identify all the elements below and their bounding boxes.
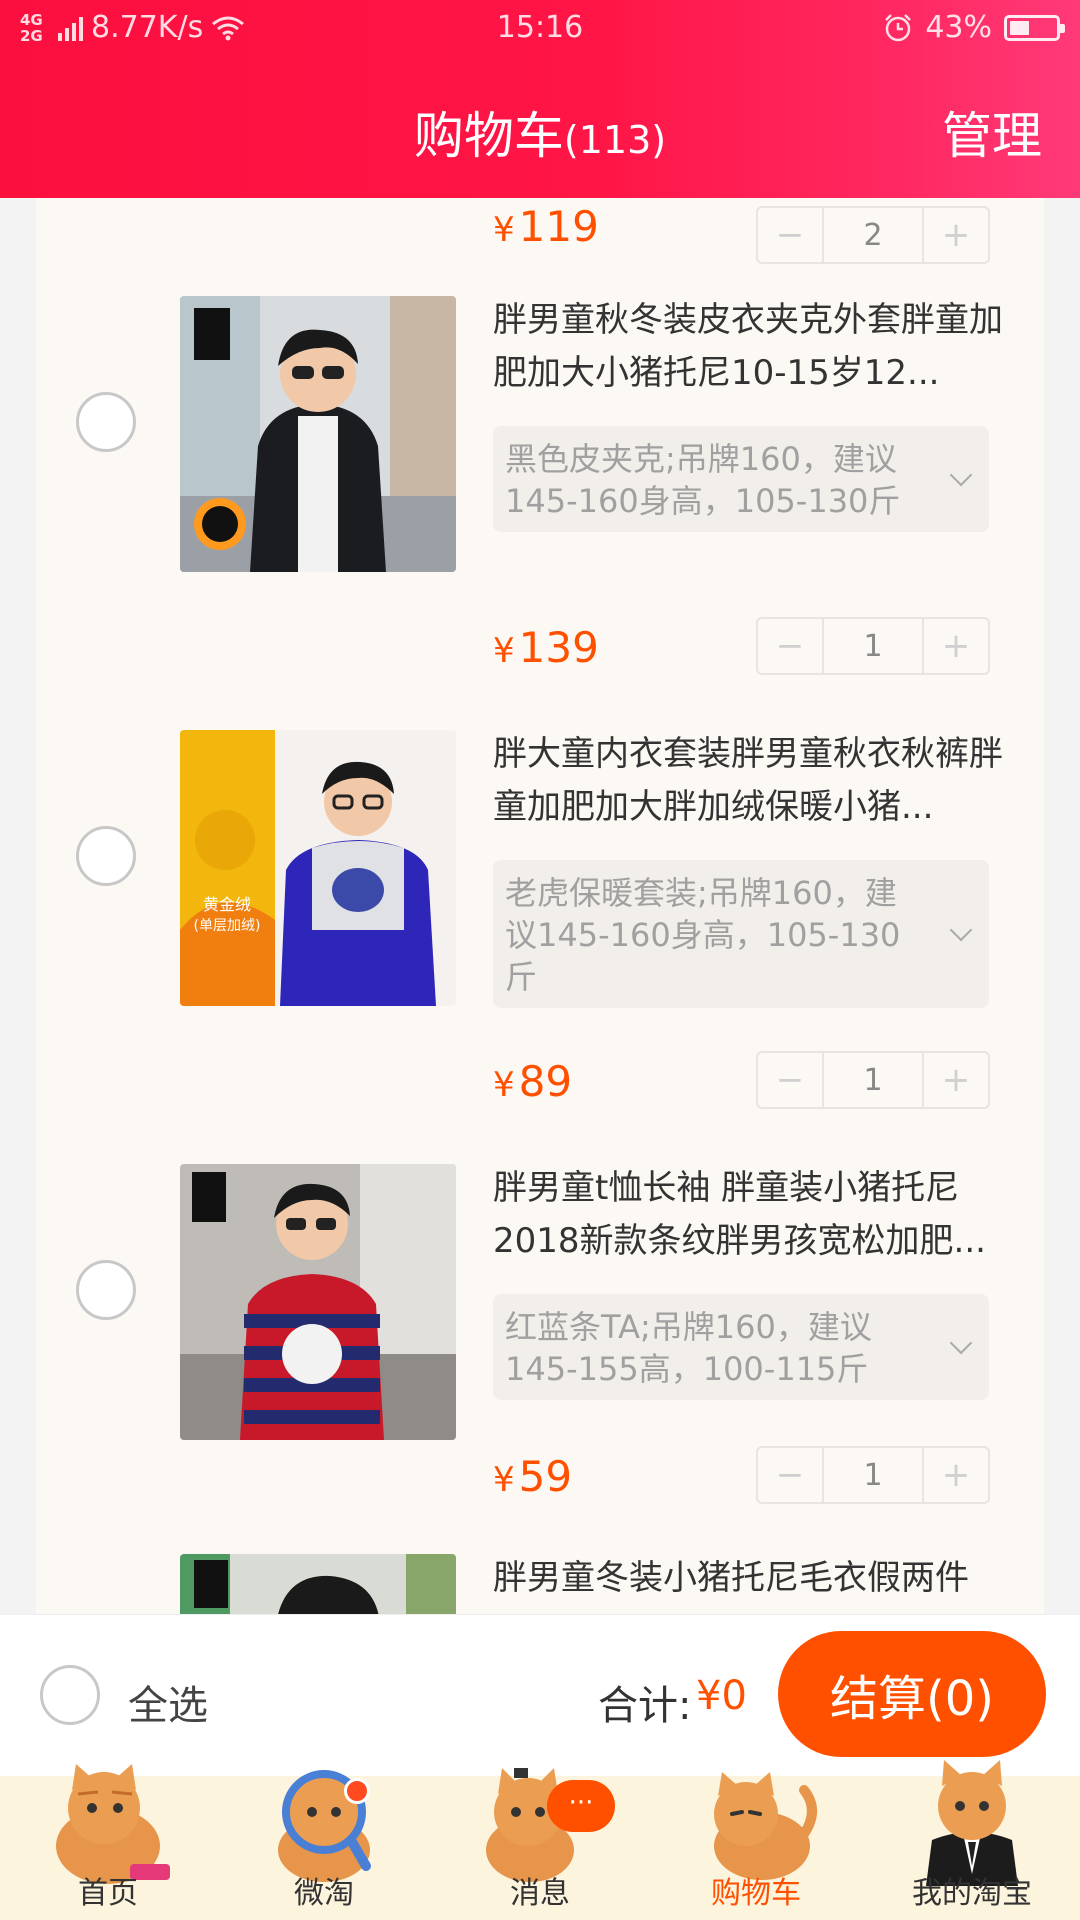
product-image[interactable] — [180, 296, 456, 572]
checkout-button[interactable]: 结算(0) — [778, 1631, 1046, 1757]
item-price: ¥89 — [493, 1057, 573, 1106]
chevron-down-icon — [949, 463, 973, 487]
quantity-minus-button[interactable]: − — [758, 208, 822, 262]
sku-selector[interactable]: 红蓝条TA;吊牌160，建议145-155高，100-115斤 — [493, 1294, 989, 1400]
item-price: ¥139 — [493, 623, 599, 672]
status-bar: 4G 2G 8.77K/s 15:16 43% — [0, 0, 1080, 56]
header-bar: 4G 2G 8.77K/s 15:16 43% 购物车(113) 管理 — [0, 0, 1080, 198]
total-value: ¥0 — [696, 1673, 747, 1719]
product-title[interactable]: 胖大童内衣套装胖男童秋衣秋裤胖童加肥加大胖加绒保暖小猪... — [493, 728, 1003, 834]
quantity-minus-button[interactable]: − — [758, 619, 822, 673]
notification-dot — [344, 1778, 370, 1804]
tab-my-taobao-label: 我的淘宝 — [912, 1876, 1032, 1911]
total-label: 合计: — [598, 1683, 692, 1729]
product-title[interactable]: 胖男童t恤长袖 胖童装小猪托尼2018新款条纹胖男孩宽松加肥... — [493, 1162, 1003, 1268]
bottom-tab-bar: 首页 微淘 ··· 消息 购物车 我的淘宝 — [0, 1760, 1080, 1920]
item-select-radio[interactable] — [76, 826, 136, 886]
cat-suit-icon — [926, 1760, 1018, 1886]
cat-cart-icon — [714, 1772, 817, 1880]
sku-selector[interactable]: 老虎保暖套装;吊牌160，建议145-160身高，105-130斤 — [493, 860, 989, 1008]
item-select-radio[interactable] — [76, 392, 136, 452]
quantity-plus-button[interactable]: + — [924, 208, 988, 262]
quantity-value[interactable]: 1 — [822, 1448, 924, 1502]
item-price: ¥59 — [493, 1452, 573, 1501]
tab-messages[interactable]: ··· 消息 — [432, 1768, 648, 1920]
tab-home[interactable]: 首页 — [0, 1764, 216, 1920]
sku-text: 老虎保暖套装;吊牌160，建议145-160身高，105-130斤 — [505, 874, 901, 996]
quantity-minus-button[interactable]: − — [758, 1053, 822, 1107]
battery-icon — [1004, 14, 1065, 41]
product-image[interactable]: 黄金绒 (单层加绒) — [180, 730, 456, 1006]
svg-text:(单层加绒): (单层加绒) — [194, 918, 261, 934]
message-badge: ··· — [547, 1780, 615, 1832]
cat-magnifier-icon — [278, 1770, 371, 1882]
tab-home-label: 首页 — [78, 1876, 138, 1911]
tab-cart[interactable]: 购物车 — [648, 1772, 864, 1920]
sku-text: 红蓝条TA;吊牌160，建议145-155高，100-115斤 — [505, 1308, 872, 1388]
chevron-down-icon — [949, 1331, 973, 1355]
page-title-text: 购物车 — [413, 107, 564, 165]
tab-my-taobao[interactable]: 我的淘宝 — [864, 1760, 1080, 1920]
sku-selector[interactable]: 黑色皮夹克;吊牌160，建议145-160身高，105-130斤 — [493, 426, 989, 532]
page-title: 购物车(113) — [0, 96, 1080, 168]
chevron-down-icon — [949, 918, 973, 942]
svg-text:黄金绒: 黄金绒 — [203, 895, 251, 914]
cat-home-icon — [56, 1764, 170, 1884]
alarm-icon — [885, 13, 912, 41]
quantity-stepper: − 1 + — [756, 617, 990, 675]
quantity-value[interactable]: 2 — [822, 208, 924, 262]
quantity-minus-button[interactable]: − — [758, 1448, 822, 1502]
quantity-stepper: − 1 + — [756, 1446, 990, 1504]
tab-messages-label: 消息 — [510, 1876, 570, 1911]
product-image[interactable] — [180, 1164, 456, 1440]
quantity-plus-button[interactable]: + — [924, 1448, 988, 1502]
quantity-stepper: − 2 + — [756, 206, 990, 264]
manage-button[interactable]: 管理 — [942, 96, 1042, 168]
select-all-radio[interactable] — [40, 1665, 100, 1725]
cart-count: (113) — [563, 118, 667, 162]
tab-cart-label: 购物车 — [711, 1876, 801, 1911]
quantity-plus-button[interactable]: + — [924, 619, 988, 673]
tab-weitao[interactable]: 微淘 — [216, 1770, 432, 1920]
product-image[interactable] — [180, 1554, 456, 1614]
product-title[interactable]: 胖男童秋冬装皮衣夹克外套胖童加肥加大小猪托尼10-15岁12... — [493, 294, 1003, 400]
item-select-radio[interactable] — [76, 1260, 136, 1320]
item-price: ¥119 — [493, 202, 599, 251]
tab-weitao-label: 微淘 — [294, 1876, 354, 1911]
select-all-label[interactable]: 全选 — [128, 1673, 208, 1731]
quantity-value[interactable]: 1 — [822, 619, 924, 673]
quantity-stepper: − 1 + — [756, 1051, 990, 1109]
battery-percent: 43% — [925, 10, 992, 45]
cart-list[interactable]: ¥119 − 2 + 胖男童秋冬装皮衣夹克外套胖童加肥加大小猪托尼10-15岁1… — [36, 198, 1044, 1614]
product-title[interactable]: 胖男童冬装小猪托尼毛衣假两件 — [493, 1552, 1003, 1605]
checkout-bar: 全选 合计: ¥0 结算(0) — [0, 1614, 1080, 1776]
sku-text: 黑色皮夹克;吊牌160，建议145-160身高，105-130斤 — [505, 440, 901, 520]
quantity-plus-button[interactable]: + — [924, 1053, 988, 1107]
quantity-value[interactable]: 1 — [822, 1053, 924, 1107]
